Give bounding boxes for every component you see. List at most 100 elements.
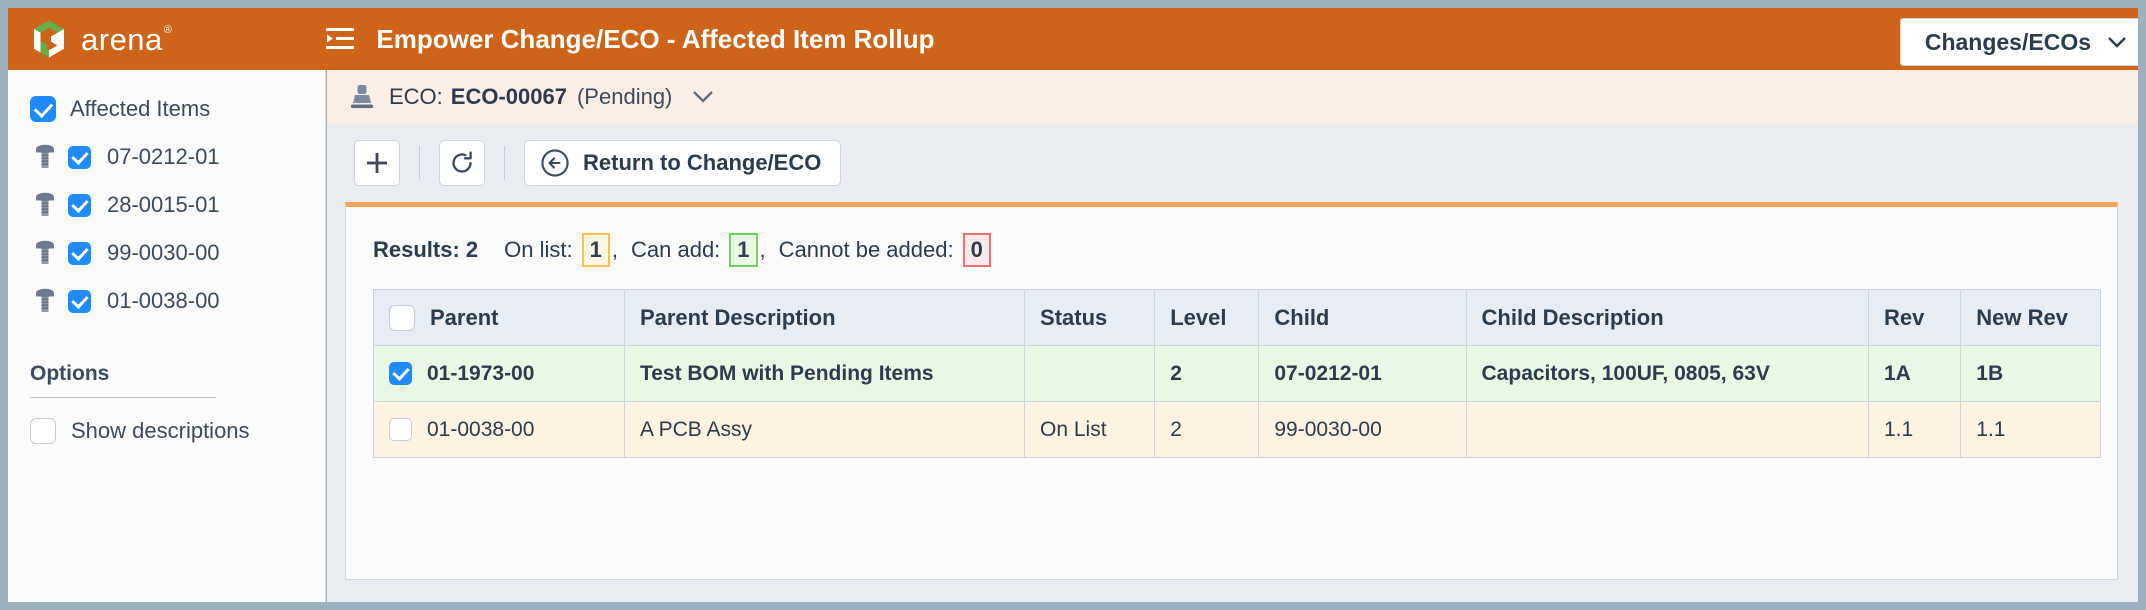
on-list-badge: 1 xyxy=(581,233,610,267)
app-header: arena® Empower Change/ECO - Affected Ite… xyxy=(8,8,2138,70)
cell-parent: 01-1973-00 xyxy=(373,345,625,402)
options-heading: Options xyxy=(30,362,110,385)
arena-logo-text: arena® xyxy=(81,22,173,57)
return-to-change-button[interactable]: Return to Change/ECO xyxy=(524,140,842,186)
collapse-sidebar-icon[interactable] xyxy=(323,24,357,54)
sidebar-item-3[interactable]: 01-0038-00 xyxy=(34,288,325,314)
screw-icon xyxy=(36,240,54,264)
cell-child-description: Capacitors, 100UF, 0805, 63V xyxy=(1465,345,1869,402)
sidebar-item-1[interactable]: 28-0015-01 xyxy=(34,192,325,218)
toolbar-divider-2 xyxy=(504,146,505,180)
sidebar-item-0[interactable]: 07-0212-01 xyxy=(34,144,325,170)
results-separator-1: , xyxy=(611,237,618,262)
show-descriptions-label: Show descriptions xyxy=(71,418,250,443)
cell-parent-description: A PCB Assy xyxy=(623,401,1026,458)
cell-rev: 1.1 xyxy=(1867,401,1962,458)
results-count-label: Results: 2 xyxy=(373,237,479,262)
refresh-button[interactable] xyxy=(439,140,485,186)
sidebar: Affected Items 07-0212-01 28-0015-01 99-… xyxy=(8,70,326,602)
cell-child-description xyxy=(1465,401,1869,458)
chevron-down-icon xyxy=(2108,36,2126,48)
breadcrumb: ECO: ECO-00067 (Pending) xyxy=(327,70,2138,124)
column-header-status: Status xyxy=(1024,289,1156,346)
affected-item-rollup-table: Parent Parent Description Status Level C… xyxy=(373,289,2101,458)
sidebar-item-2[interactable]: 99-0030-00 xyxy=(34,240,325,266)
options-divider xyxy=(30,397,216,398)
window-bottom-edge xyxy=(0,602,2146,610)
breadcrumb-chevron-down-icon[interactable] xyxy=(692,90,714,104)
show-descriptions-option[interactable]: Show descriptions xyxy=(30,418,325,444)
sidebar-item-3-checkbox[interactable] xyxy=(68,289,91,313)
cell-level: 2 xyxy=(1154,401,1260,458)
can-add-label: Can add: xyxy=(631,237,721,262)
cannot-be-added-badge: 0 xyxy=(962,233,991,267)
toolbar: Return to Change/ECO xyxy=(327,124,2138,202)
cell-parent-description: Test BOM with Pending Items xyxy=(623,345,1026,402)
cell-parent: 01-0038-00 xyxy=(373,401,625,458)
cell-parent-value: 01-0038-00 xyxy=(427,417,535,441)
chevron-down-glyph xyxy=(693,91,714,103)
cell-level: 2 xyxy=(1154,345,1260,402)
table-row[interactable]: 01-0038-00 A PCB Assy On List 2 99-0030-… xyxy=(373,401,2101,458)
select-all-checkbox[interactable] xyxy=(389,304,415,331)
registered-mark: ® xyxy=(163,23,173,36)
sidebar-item-0-checkbox[interactable] xyxy=(68,145,91,169)
breadcrumb-status: (Pending) xyxy=(576,84,673,109)
screw-icon xyxy=(36,144,54,168)
affected-items-checkbox[interactable] xyxy=(30,96,56,122)
row-1-checkbox[interactable] xyxy=(389,418,412,441)
sidebar-item-0-label: 07-0212-01 xyxy=(107,144,220,169)
affected-items-label: Affected Items xyxy=(70,96,211,121)
row-0-checkbox[interactable] xyxy=(389,362,412,385)
results-separator-2: , xyxy=(759,237,766,262)
column-header-child: Child xyxy=(1258,289,1467,346)
cell-new-rev: 1.1 xyxy=(1960,401,2101,458)
cell-status: On List xyxy=(1024,401,1156,458)
sidebar-item-2-label: 99-0030-00 xyxy=(107,240,220,265)
app-root: arena® Empower Change/ECO - Affected Ite… xyxy=(0,0,2146,610)
stamp-icon xyxy=(351,85,373,109)
breadcrumb-number: ECO-00067 xyxy=(450,84,567,109)
arena-cube-icon xyxy=(34,20,64,58)
cell-parent-value: 01-1973-00 xyxy=(427,361,535,385)
on-list-label: On list: xyxy=(504,237,573,262)
add-button[interactable] xyxy=(354,140,400,186)
column-header-child-description: Child Description xyxy=(1465,289,1869,346)
column-header-parent: Parent xyxy=(373,289,625,346)
arena-logo[interactable]: arena® xyxy=(30,8,173,70)
table-header-row: Parent Parent Description Status Level C… xyxy=(373,289,2101,346)
cannot-be-added-label: Cannot be added: xyxy=(778,237,954,262)
column-header-rev: Rev xyxy=(1867,289,1962,346)
sidebar-item-1-checkbox[interactable] xyxy=(68,193,91,217)
arrow-left-circle-icon xyxy=(541,149,569,177)
screw-icon xyxy=(36,288,54,312)
sidebar-item-3-label: 01-0038-00 xyxy=(107,288,220,313)
main-content: ECO: ECO-00067 (Pending) Return to Chang… xyxy=(327,70,2138,602)
table-header: Parent Parent Description Status Level C… xyxy=(373,289,2101,346)
sidebar-item-2-checkbox[interactable] xyxy=(68,241,91,265)
cell-new-rev: 1B xyxy=(1960,345,2101,402)
collapse-sidebar-glyph xyxy=(326,28,355,49)
context-selector[interactable]: Changes/ECOs xyxy=(1899,18,2138,66)
refresh-icon xyxy=(452,151,472,173)
table-body: 01-1973-00 Test BOM with Pending Items 2… xyxy=(373,345,2101,458)
column-header-parent-label: Parent xyxy=(430,304,499,330)
screw-icon xyxy=(36,192,54,216)
page-title: Empower Change/ECO - Affected Item Rollu… xyxy=(376,23,935,54)
cell-child: 07-0212-01 xyxy=(1258,345,1467,402)
plus-icon xyxy=(367,153,387,173)
cell-rev: 1A xyxy=(1867,345,1962,402)
cell-status xyxy=(1024,345,1156,402)
column-header-parent-description: Parent Description xyxy=(623,289,1026,346)
cell-child: 99-0030-00 xyxy=(1258,401,1467,458)
results-panel: Results: 2 On list: 1 , Can add: 1 , Can… xyxy=(345,202,2118,580)
show-descriptions-checkbox[interactable] xyxy=(30,418,56,444)
breadcrumb-prefix: ECO: xyxy=(389,84,443,109)
sidebar-item-affected-items[interactable]: Affected Items xyxy=(30,96,325,122)
toolbar-divider-1 xyxy=(419,146,420,180)
return-to-change-label: Return to Change/ECO xyxy=(583,150,822,175)
column-header-level: Level xyxy=(1154,289,1260,346)
column-header-new-rev: New Rev xyxy=(1960,289,2101,346)
can-add-badge: 1 xyxy=(729,233,758,267)
table-row[interactable]: 01-1973-00 Test BOM with Pending Items 2… xyxy=(373,345,2101,402)
